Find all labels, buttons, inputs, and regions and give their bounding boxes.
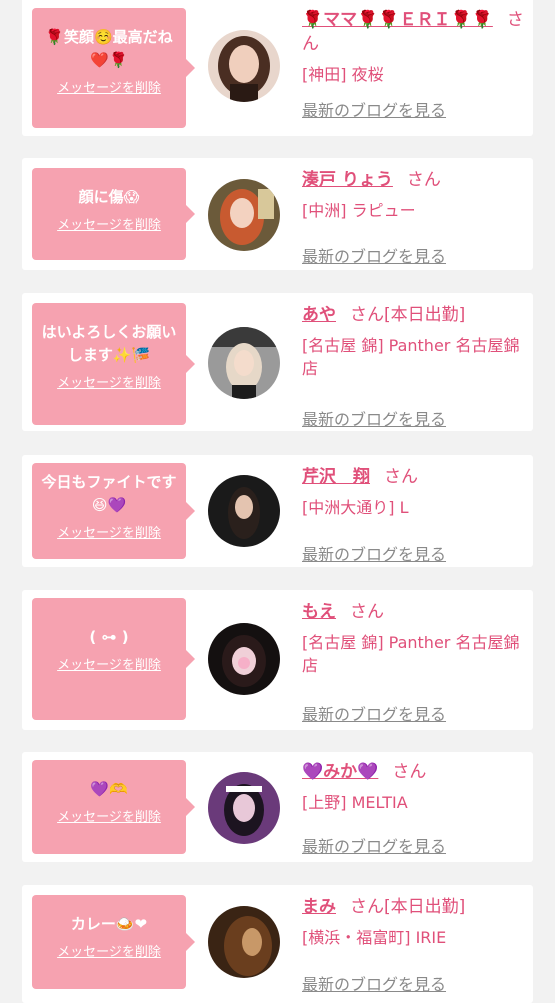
delete-message-link[interactable]: メッセージを削除 <box>40 217 178 235</box>
avatar[interactable] <box>208 327 280 399</box>
message-bubble: ( ⊶ ) メッセージを削除 <box>32 598 195 720</box>
sender-info: 🌹ママ🌹🌹ＥＲＩ🌹🌹 さん [神田] 夜桜 最新のブログを見る <box>302 8 527 120</box>
delete-message-link[interactable]: メッセージを削除 <box>40 809 178 827</box>
latest-blog-link[interactable]: 最新のブログを見る <box>302 836 446 858</box>
message-bubble: 顔に傷😱 メッセージを削除 <box>32 168 195 260</box>
message-card: 🌹笑顔☺️最高だね❤️🌹 メッセージを削除 🌹ママ🌹🌹ＥＲＩ🌹🌹 さん [神田] … <box>22 0 533 136</box>
delete-message-link[interactable]: メッセージを削除 <box>40 525 178 543</box>
avatar[interactable] <box>208 475 280 547</box>
latest-blog-link[interactable]: 最新のブログを見る <box>302 704 446 726</box>
delete-message-link[interactable]: メッセージを削除 <box>40 657 178 675</box>
avatar[interactable] <box>208 623 280 695</box>
shop-label: [上野] MELTIA <box>302 793 408 812</box>
profile-photo-icon <box>208 327 280 399</box>
message-text: カレー🍛❤ <box>70 915 148 933</box>
message-text: ( ⊶ ) <box>89 628 129 646</box>
message-card: 今日もファイトです😆💜 メッセージを削除 芹沢 翔さん [中洲大通り] L 最新… <box>22 455 533 567</box>
message-card: はいよろしくお願いします✨🎏 メッセージを削除 あや さん[本日出勤] [名古屋 … <box>22 293 533 431</box>
honorific: さん <box>392 762 427 782</box>
honorific: さん <box>406 170 441 190</box>
message-text: 🌹笑顔☺️最高だね❤️🌹 <box>45 28 173 69</box>
latest-blog-link[interactable]: 最新のブログを見る <box>302 100 446 122</box>
sender-name-link[interactable]: あや <box>302 305 336 325</box>
avatar[interactable] <box>208 30 280 102</box>
message-text: 💜🫶 <box>90 780 128 798</box>
sender-name-link[interactable]: まみ <box>302 897 336 917</box>
profile-photo-icon <box>208 179 280 251</box>
message-text: 顔に傷😱 <box>78 188 140 206</box>
sender-info: 湊戸 りょう さん [中洲] ラピュー 最新のブログを見る <box>302 168 527 266</box>
honorific: さん <box>350 305 384 325</box>
sender-name-link[interactable]: 💜みか💜 <box>302 762 378 782</box>
sender-info: もえ さん [名古屋 錦] Panther 名古屋錦店 最新のブログを見る <box>302 600 527 724</box>
message-bubble: カレー🍛❤ メッセージを削除 <box>32 895 195 989</box>
shop-label: [神田] 夜桜 <box>302 65 384 84</box>
message-bubble: はいよろしくお願いします✨🎏 メッセージを削除 <box>32 303 195 425</box>
profile-photo-icon <box>208 623 280 695</box>
message-bubble: 🌹笑顔☺️最高だね❤️🌹 メッセージを削除 <box>32 8 195 128</box>
latest-blog-link[interactable]: 最新のブログを見る <box>302 544 446 566</box>
sender-name-link[interactable]: 芹沢 翔 <box>302 467 370 487</box>
message-text: 今日もファイトです😆💜 <box>41 473 177 514</box>
sender-info: 芹沢 翔さん [中洲大通り] L 最新のブログを見る <box>302 465 527 564</box>
honorific: さん <box>384 467 418 487</box>
sender-name-link[interactable]: 湊戸 りょう <box>302 170 393 190</box>
sender-name-link[interactable]: 🌹ママ🌹🌹ＥＲＩ🌹🌹 <box>302 10 493 30</box>
message-bubble: 今日もファイトです😆💜 メッセージを削除 <box>32 463 195 559</box>
sender-info: 💜みか💜 さん [上野] MELTIA 最新のブログを見る <box>302 760 527 856</box>
message-card: 💜🫶 メッセージを削除 💜みか💜 さん [上野] MELTIA 最新のブログを見る <box>22 752 533 862</box>
avatar[interactable] <box>208 906 280 978</box>
message-card: 顔に傷😱 メッセージを削除 湊戸 りょう さん [中洲] ラピュー 最新のブログを… <box>22 158 533 270</box>
avatar[interactable] <box>208 179 280 251</box>
latest-blog-link[interactable]: 最新のブログを見る <box>302 246 446 268</box>
profile-photo-icon <box>208 475 280 547</box>
latest-blog-link[interactable]: 最新のブログを見る <box>302 409 446 431</box>
message-text: はいよろしくお願いします✨🎏 <box>41 323 177 364</box>
profile-photo-icon <box>208 906 280 978</box>
status-badge: [本日出勤] <box>384 305 466 325</box>
shop-label: [名古屋 錦] Panther 名古屋錦店 <box>302 633 520 675</box>
delete-message-link[interactable]: メッセージを削除 <box>40 375 178 393</box>
avatar[interactable] <box>208 772 280 844</box>
message-bubble: 💜🫶 メッセージを削除 <box>32 760 195 854</box>
honorific: さん <box>350 602 384 622</box>
sender-info: あや さん[本日出勤] [名古屋 錦] Panther 名古屋錦店 最新のブログを… <box>302 303 527 429</box>
shop-label: [横浜・福富町] IRIE <box>302 928 447 947</box>
latest-blog-link[interactable]: 最新のブログを見る <box>302 974 446 996</box>
message-card: ( ⊶ ) メッセージを削除 もえ さん [名古屋 錦] Panther 名古屋錦… <box>22 590 533 730</box>
profile-photo-icon <box>208 772 280 844</box>
message-card: カレー🍛❤ メッセージを削除 まみ さん[本日出勤] [横浜・福富町] IRIE … <box>22 885 533 1003</box>
shop-label: [名古屋 錦] Panther 名古屋錦店 <box>302 336 520 378</box>
delete-message-link[interactable]: メッセージを削除 <box>40 80 178 98</box>
shop-label: [中洲大通り] L <box>302 498 409 517</box>
sender-name-link[interactable]: もえ <box>302 602 336 622</box>
shop-label: [中洲] ラピュー <box>302 201 416 220</box>
honorific: さん <box>350 897 384 917</box>
delete-message-link[interactable]: メッセージを削除 <box>40 944 178 962</box>
sender-info: まみ さん[本日出勤] [横浜・福富町] IRIE 最新のブログを見る <box>302 895 527 994</box>
profile-photo-icon <box>208 30 280 102</box>
status-badge: [本日出勤] <box>384 897 466 917</box>
